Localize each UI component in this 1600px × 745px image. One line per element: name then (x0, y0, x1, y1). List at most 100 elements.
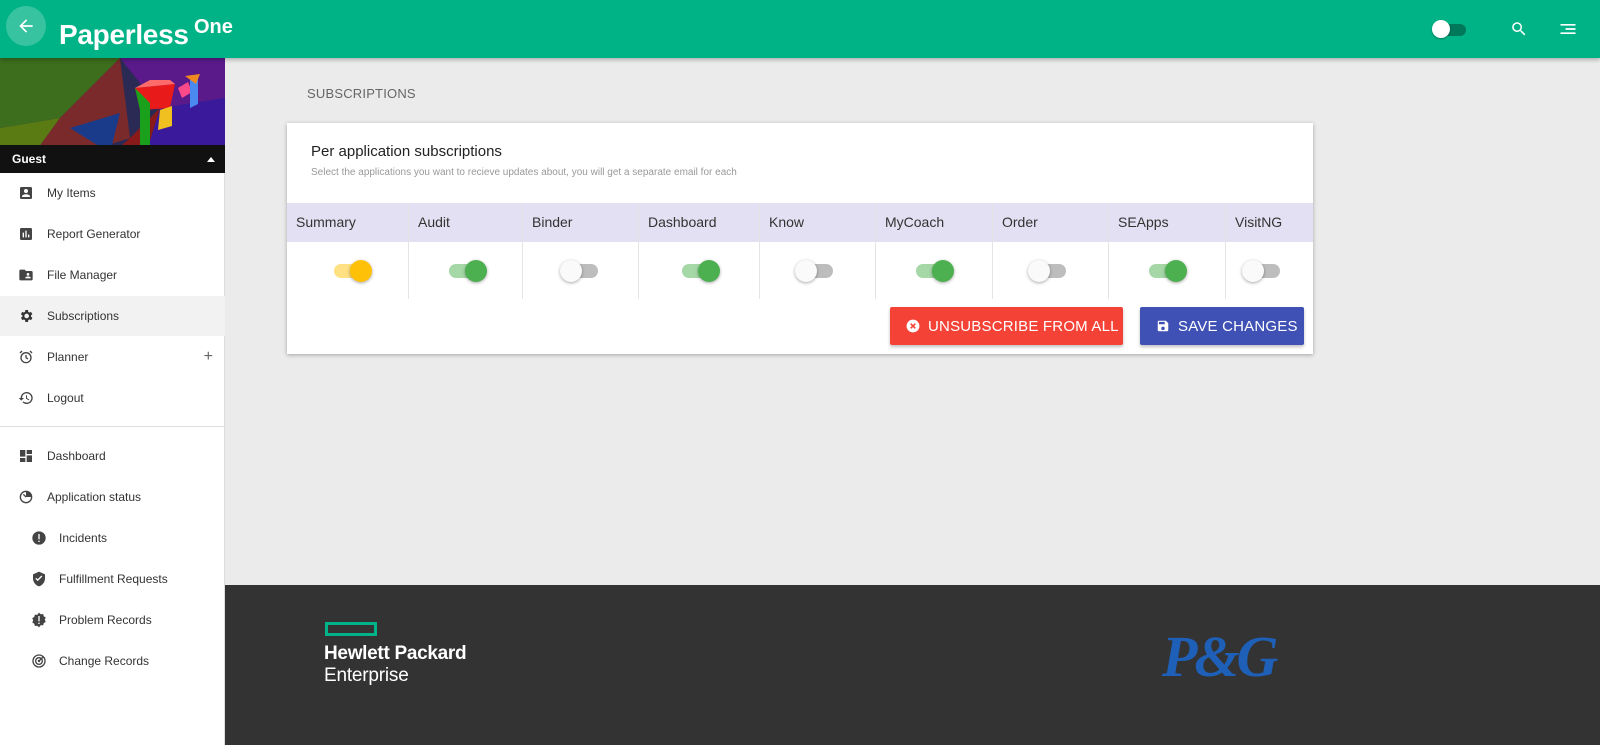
toggle-mycoach[interactable] (914, 259, 954, 283)
column-header: SEApps (1118, 214, 1169, 230)
column-header: Audit (418, 214, 450, 230)
sidebar-item-label: Change Records (59, 654, 150, 668)
sidebar-item-file-manager[interactable]: File Manager (0, 255, 225, 295)
sidebar-item-label: Dashboard (47, 449, 106, 463)
sidebar-item-change-records[interactable]: Change Records (0, 641, 225, 681)
sidebar-item-incidents[interactable]: Incidents (0, 518, 225, 558)
sidebar-item-label: Planner (47, 350, 89, 364)
cancel-circle-icon (906, 319, 920, 333)
save-changes-label: SAVE CHANGES (1178, 317, 1298, 335)
table-header: Summary Audit Binder Dashboard Know MyCo… (287, 203, 1313, 242)
hpe-logo-mark (325, 622, 377, 636)
add-planner-icon[interactable]: + (204, 349, 213, 365)
sidebar-item-dashboard[interactable]: Dashboard (0, 436, 225, 476)
column-header: Order (1002, 214, 1038, 230)
sidebar-item-label: File Manager (47, 268, 118, 282)
card-title: Per application subscriptions (311, 143, 502, 160)
app-title-superscript: One (194, 16, 233, 38)
profile-header: Guest (0, 58, 225, 173)
alert-circle-icon (31, 530, 47, 546)
toggle-order[interactable] (1028, 259, 1068, 283)
sidebar-divider (0, 426, 225, 427)
save-icon (1156, 319, 1170, 333)
toggle-summary[interactable] (332, 259, 372, 283)
hpe-logo-line1: Hewlett Packard (324, 643, 467, 664)
toggle-knob (1242, 260, 1264, 282)
sidebar: Guest My Items Report Generator File Man… (0, 58, 225, 745)
sidebar-item-label: Logout (47, 391, 84, 405)
back-button[interactable] (6, 6, 46, 46)
alert-decagram-icon (31, 612, 47, 628)
save-changes-button[interactable]: SAVE CHANGES (1140, 307, 1304, 345)
column-divider (875, 203, 876, 299)
card-subtitle: Select the applications you want to reci… (311, 167, 737, 178)
folder-account-icon (18, 267, 34, 283)
sidebar-item-fulfillment-requests[interactable]: Fulfillment Requests (0, 559, 225, 599)
column-header: Summary (296, 214, 356, 230)
column-divider (1108, 203, 1109, 299)
column-divider (992, 203, 993, 299)
sidebar-item-label: Fulfillment Requests (59, 572, 168, 586)
toggle-knob (350, 260, 372, 282)
unsubscribe-all-button[interactable]: UNSUBSCRIBE FROM ALL (890, 307, 1123, 345)
toggle-dashboard[interactable] (680, 259, 720, 283)
hpe-logo-line2: Enterprise (324, 665, 409, 686)
column-header: Dashboard (648, 214, 717, 230)
toggle-knob (795, 260, 817, 282)
sidebar-item-application-status[interactable]: Application status (0, 477, 225, 517)
timelapse-icon (18, 489, 34, 505)
menu-icon (1560, 24, 1576, 34)
history-icon (18, 390, 34, 406)
toggle-knob (1165, 260, 1187, 282)
dashboard-icon (18, 448, 34, 464)
column-divider (759, 203, 760, 299)
sidebar-item-label: Report Generator (47, 227, 141, 241)
toggle-knob (932, 260, 954, 282)
arrow-back-icon (19, 19, 33, 33)
caret-up-icon (207, 157, 215, 162)
column-divider (408, 203, 409, 299)
search-icon (1512, 22, 1526, 36)
sidebar-item-problem-records[interactable]: Problem Records (0, 600, 225, 640)
toggle-knob (698, 260, 720, 282)
column-header: VisitNG (1235, 214, 1283, 230)
menu-button[interactable] (1557, 18, 1579, 40)
search-button[interactable] (1508, 18, 1530, 40)
user-name: Guest (12, 152, 47, 166)
sidebar-item-my-items[interactable]: My Items (0, 173, 225, 213)
sidebar-item-label: Application status (47, 490, 142, 504)
toggle-visitng[interactable] (1242, 259, 1282, 283)
chart-icon (18, 226, 34, 242)
toggle-knob (465, 260, 487, 282)
unsubscribe-all-label: UNSUBSCRIBE FROM ALL (928, 317, 1119, 335)
toggle-know[interactable] (795, 259, 835, 283)
column-header: Know (769, 214, 805, 230)
top-app-bar: Paperless One (0, 0, 1600, 58)
toggle-audit[interactable] (447, 259, 487, 283)
app-title: Paperless (59, 19, 189, 50)
column-divider (1225, 203, 1226, 299)
sidebar-item-label: Subscriptions (47, 309, 120, 323)
column-divider (638, 203, 639, 299)
sidebar-item-label: My Items (47, 186, 96, 200)
sidebar-item-subscriptions[interactable]: Subscriptions (0, 296, 225, 336)
user-menu[interactable]: Guest (0, 145, 225, 173)
footer: Hewlett Packard Enterprise P&G (225, 585, 1600, 745)
column-header: Binder (532, 214, 573, 230)
page-title: SUBSCRIPTIONS (307, 86, 416, 101)
toggle-seapps[interactable] (1147, 259, 1187, 283)
sidebar-item-logout[interactable]: Logout (0, 378, 225, 418)
radar-icon (31, 653, 47, 669)
theme-toggle[interactable] (1432, 20, 1468, 38)
toggle-knob (1028, 260, 1050, 282)
toggle-knob (560, 260, 582, 282)
shield-check-icon (31, 571, 47, 587)
alarm-icon (18, 349, 34, 365)
toggle-binder[interactable] (560, 259, 600, 283)
sidebar-item-planner[interactable]: Planner + (0, 337, 225, 377)
toggle-knob (1432, 20, 1450, 38)
sidebar-item-label: Problem Records (59, 613, 152, 627)
sidebar-item-report-generator[interactable]: Report Generator (0, 214, 225, 254)
column-header: MyCoach (885, 214, 945, 230)
column-divider (522, 203, 523, 299)
